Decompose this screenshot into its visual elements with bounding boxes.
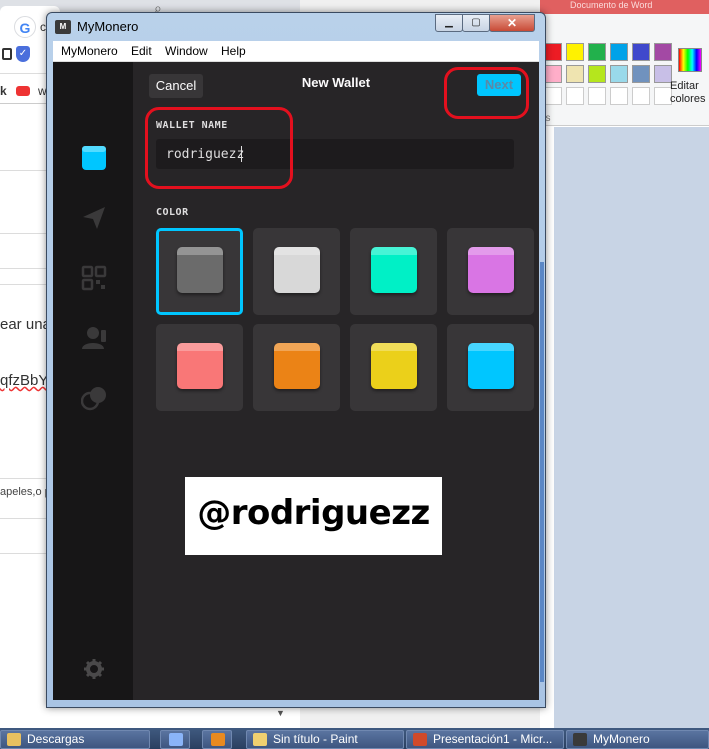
mymonero-app-icon: M [55, 20, 71, 34]
palette-swatch[interactable] [566, 43, 584, 61]
color-option[interactable] [156, 324, 243, 411]
palette-swatch[interactable] [610, 43, 628, 61]
taskbar-item[interactable]: Sin título - Paint [246, 730, 404, 749]
menu-edit[interactable]: Edit [131, 44, 152, 58]
youtube-icon[interactable] [16, 86, 30, 96]
app-content: Cancel New Wallet Next WALLET NAME COLOR [53, 62, 544, 700]
taskbar: Descargas Sin título - Paint Presentación1… [0, 728, 709, 749]
menu-help[interactable]: Help [221, 44, 246, 58]
palette-swatch[interactable] [588, 65, 606, 83]
contacts-icon[interactable] [81, 325, 107, 351]
taskbar-app-icon [7, 733, 21, 746]
palette-swatch[interactable] [632, 65, 650, 83]
screen-title: New Wallet [301, 75, 371, 90]
wallet-name-input[interactable] [156, 139, 514, 169]
color-swatch [177, 343, 223, 389]
taskbar-app-icon [253, 733, 267, 746]
taskbar-item[interactable]: Descargas [0, 730, 150, 749]
palette-swatch[interactable] [544, 65, 562, 83]
palette-swatch[interactable] [544, 43, 562, 61]
minimize-button[interactable]: ▁ [435, 14, 463, 32]
color-swatch [274, 343, 320, 389]
request-qr-icon[interactable] [81, 265, 107, 291]
paint-title: Documento de Word [570, 0, 653, 10]
shield-icon[interactable]: ✓ [16, 46, 30, 62]
wallet-name-label: WALLET NAME [156, 120, 228, 131]
maximize-button[interactable]: ▢ [462, 14, 490, 32]
color-swatch [468, 343, 514, 389]
color-swatch [274, 247, 320, 293]
edit-colors-button[interactable]: Editar colores [670, 80, 709, 106]
menu-bar: MyMonero Edit Window Help [53, 41, 539, 62]
new-wallet-panel: Cancel New Wallet Next WALLET NAME COLOR [133, 62, 539, 700]
color-option[interactable] [253, 324, 340, 411]
taskbar-app-icon [169, 733, 183, 746]
mymonero-window: M MyMonero ▁ ▢ ✕ MyMonero Edit Window He… [46, 12, 546, 708]
color-swatch [468, 247, 514, 293]
scroll-down-arrow-icon[interactable]: ▼ [276, 708, 285, 718]
palette-swatch[interactable] [654, 43, 672, 61]
color-option[interactable] [350, 228, 437, 315]
taskbar-item-label: Sin título - Paint [273, 732, 358, 746]
taskbar-item-label: Presentación1 - Micr... [433, 732, 553, 746]
color-option[interactable] [156, 228, 243, 315]
color-option[interactable] [253, 228, 340, 315]
palette-swatch[interactable] [566, 87, 584, 105]
page-text: apeles,o p [0, 486, 51, 498]
taskbar-item[interactable] [202, 730, 232, 749]
page-text: ear una [0, 316, 51, 333]
taskbar-item[interactable] [160, 730, 190, 749]
palette-swatch[interactable] [588, 87, 606, 105]
palette-swatch[interactable] [610, 65, 628, 83]
window-title: MyMonero [77, 19, 139, 34]
cancel-button[interactable]: Cancel [149, 74, 203, 98]
palette-swatch[interactable] [544, 87, 562, 105]
extension-icon[interactable] [2, 48, 12, 60]
color-option[interactable] [447, 228, 534, 315]
paint-titlebar: Documento de Word [540, 0, 709, 14]
taskbar-item[interactable]: MyMonero [566, 730, 709, 749]
taskbar-item-label: MyMonero [593, 732, 650, 746]
palette-swatch[interactable] [588, 43, 606, 61]
taskbar-app-icon [211, 733, 225, 746]
palette-swatch[interactable] [566, 65, 584, 83]
color-option[interactable] [447, 324, 534, 411]
close-button[interactable]: ✕ [489, 14, 535, 32]
sidebar [53, 62, 133, 700]
next-button[interactable]: Next [477, 74, 521, 96]
color-option[interactable] [350, 324, 437, 411]
watermark-label: @rodriguezz [185, 477, 442, 555]
window-edge-highlight [540, 262, 544, 682]
palette-swatch[interactable] [610, 87, 628, 105]
exchange-icon[interactable] [81, 385, 107, 411]
text-caret [241, 146, 242, 162]
taskbar-app-icon [413, 733, 427, 746]
settings-gear-icon[interactable] [81, 656, 107, 682]
menu-window[interactable]: Window [165, 44, 208, 58]
watermark-text: @rodriguezz [197, 493, 430, 533]
color-swatch [371, 343, 417, 389]
bookmark-label[interactable]: k [0, 84, 7, 98]
palette-swatch[interactable] [632, 87, 650, 105]
menu-mymonero[interactable]: MyMonero [61, 44, 118, 58]
window-titlebar[interactable]: M MyMonero ▁ ▢ ✕ [47, 13, 545, 41]
background-paint-window: Documento de Word Editar colores es [540, 0, 709, 728]
color-swatch [177, 247, 223, 293]
taskbar-item-label: Descargas [27, 732, 85, 746]
wallets-icon[interactable] [81, 145, 107, 171]
paint-canvas-area[interactable] [540, 127, 709, 728]
color-wheel-icon[interactable] [678, 48, 702, 72]
taskbar-app-icon [573, 733, 587, 746]
google-icon: G [14, 16, 36, 38]
color-swatch [371, 247, 417, 293]
send-icon[interactable] [81, 205, 107, 231]
palette-swatch[interactable] [632, 43, 650, 61]
taskbar-item[interactable]: Presentación1 - Micr... [406, 730, 564, 749]
color-label: COLOR [156, 207, 189, 218]
